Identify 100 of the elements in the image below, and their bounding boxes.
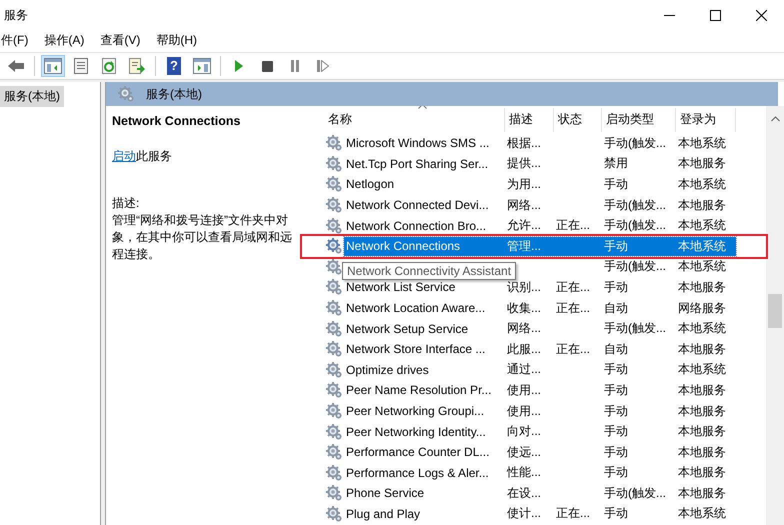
gear-icon: [326, 197, 342, 214]
menu-item[interactable]: 帮助(H): [155, 32, 198, 48]
help-icon[interactable]: ?: [167, 57, 181, 75]
logon-cell-text: 本地系统: [677, 361, 727, 378]
description-cell-text: 网络...: [506, 320, 542, 338]
description-cell-text: 使远...: [506, 444, 542, 461]
column-header[interactable]: 登录为: [676, 108, 736, 132]
gear-icon: [326, 156, 342, 172]
name-cell-text: Network Connections: [345, 239, 462, 254]
service-row[interactable]: Network Connections 管理... 手动 本地系统: [344, 236, 736, 256]
console-tree-icon[interactable]: [44, 58, 62, 74]
start-type-cell-text: 禁用: [603, 155, 629, 172]
description-cell-text: 在设...: [506, 484, 542, 502]
gear-icon: [326, 485, 342, 502]
service-row[interactable]: Plug and Play 使计... 正在... 手动 本地系统: [344, 504, 736, 524]
scrollbar[interactable]: [766, 106, 784, 525]
tree-item[interactable]: 服务(本地): [0, 86, 64, 107]
pause-icon[interactable]: [290, 60, 300, 72]
gear-icon: [326, 403, 342, 420]
service-row[interactable]: Netlogon 为用... 手动 本地系统: [344, 174, 736, 194]
start-type-cell-text: 手动: [603, 402, 629, 420]
gear-icon: [326, 176, 342, 192]
resume-icon[interactable]: [317, 60, 329, 72]
refresh-icon[interactable]: [101, 58, 117, 74]
start-type-cell-text: 手动(触发...: [603, 484, 667, 502]
logon-cell-text: 本地服务: [677, 340, 727, 358]
logon-cell-text: 本地系统: [677, 134, 727, 152]
scroll-up-icon[interactable]: [770, 116, 780, 122]
menu-item[interactable]: 查看(V): [99, 32, 142, 48]
name-cell-text: Performance Counter DL...: [345, 445, 490, 460]
description-cell-text: 性能...: [506, 464, 542, 482]
back-arrow-icon[interactable]: [8, 59, 24, 73]
window-title: 服务: [3, 6, 29, 24]
pane-title: 服务(本地): [146, 86, 202, 102]
name-cell-text: Net.Tcp Port Sharing Ser...: [345, 156, 490, 171]
description-cell-text: 识别...: [506, 278, 542, 296]
service-row[interactable]: Microsoft Windows SMS ... 根据... 手动(触发... 本地系统: [344, 134, 736, 153]
description-cell-text: 管理...: [506, 238, 542, 255]
properties-icon[interactable]: [73, 58, 89, 74]
gear-icon: [326, 464, 342, 481]
name-cell-text: Network Store Interface ...: [345, 342, 486, 356]
service-row[interactable]: Peer Networking Identity... 向对... 手动 本地服务: [344, 422, 736, 442]
start-link[interactable]: 启动: [112, 149, 136, 163]
service-row[interactable]: Network Connection Bro... 允许... 正在... 手动(触发... 本地系统: [344, 216, 736, 236]
logon-cell-text: 本地服务: [677, 382, 727, 399]
service-row[interactable]: Network Setup Service 网络... 手动(触发... 本地系统: [344, 319, 736, 338]
export-list-icon[interactable]: [128, 58, 146, 74]
description-cell-text: 收集...: [506, 300, 542, 317]
logon-cell-text: 本地服务: [677, 423, 727, 440]
name-cell-text: Netlogon: [345, 177, 396, 192]
play-icon[interactable]: [234, 60, 244, 72]
description-cell-text: 为用...: [506, 176, 542, 193]
start-type-cell-text: 手动(触发...: [603, 320, 667, 338]
service-row[interactable]: Network Location Aware... 收集... 正在... 自动 网络服务: [344, 298, 736, 318]
service-title: Network Connections: [112, 114, 242, 128]
description-cell-text: 网络...: [506, 196, 542, 214]
stop-icon[interactable]: [262, 60, 272, 72]
column-header[interactable]: 启动类型: [602, 108, 676, 132]
gear-icon: [326, 362, 342, 378]
service-row[interactable]: Optimize drives 通过... 手动 本地系统: [344, 360, 736, 380]
description-cell-text: 通过...: [506, 361, 542, 378]
menu-item[interactable]: 操作(A): [43, 32, 86, 48]
description-cell-text: 使计...: [506, 505, 542, 522]
service-row[interactable]: Performance Logs & Aler... 性能... 手动 本地服务: [344, 463, 736, 482]
gear-icon: [326, 341, 342, 358]
description-cell-text: 根据...: [506, 134, 542, 152]
scroll-thumb[interactable]: [768, 294, 782, 328]
service-row[interactable]: Peer Networking Groupi... 使用... 手动 本地服务: [344, 402, 736, 421]
service-row[interactable]: Network Store Interface ... 此服... 正在... 自动 本地服务: [344, 340, 736, 359]
logon-cell-text: 本地服务: [677, 484, 727, 502]
window-icon[interactable]: [193, 58, 211, 74]
name-cell-text: Peer Networking Groupi...: [345, 404, 486, 418]
name-cell-text: Phone Service: [345, 486, 426, 500]
service-row[interactable]: Network Connected Devi... 网络... 手动(触发... 本地服务: [344, 196, 736, 215]
column-header[interactable]: 描述: [505, 108, 554, 132]
name-cell-text: Network Location Aware...: [345, 301, 486, 316]
logon-cell-text: 本地服务: [677, 402, 727, 420]
service-row[interactable]: Performance Counter DL... 使远... 手动 本地服务: [344, 442, 736, 462]
start-type-cell-text: 手动: [603, 423, 629, 440]
description-cell-text: 提供...: [506, 155, 542, 172]
gear-icon: [326, 258, 342, 275]
status-cell-text: 正在...: [555, 217, 592, 234]
action-text: 启动此服务: [112, 148, 173, 165]
menu-item[interactable]: 件(F): [0, 32, 30, 48]
start-type-cell-text: 手动: [603, 278, 629, 296]
start-type-cell-text: 自动: [603, 300, 629, 317]
gear-icon: [326, 320, 342, 337]
service-row[interactable]: Phone Service 在设... 手动(触发... 本地服务: [344, 484, 736, 503]
column-header[interactable]: 状态: [554, 108, 602, 132]
status-cell-text: 正在...: [555, 300, 592, 317]
name-cell-text: Network List Service: [345, 280, 456, 294]
service-row[interactable]: Peer Name Resolution Pr... 使用... 手动 本地服务: [344, 380, 736, 400]
service-row[interactable]: Network List Service 识别... 正在... 手动 本地服务: [344, 278, 736, 297]
description-cell-text: 向对...: [506, 423, 542, 440]
service-row[interactable]: Net.Tcp Port Sharing Ser... 提供... 禁用 本地服务: [344, 154, 736, 174]
column-header[interactable]: 名称: [326, 108, 505, 132]
description-cell-text: 使用...: [506, 402, 542, 420]
start-type-cell-text: 手动(触发...: [603, 196, 667, 214]
gear-icon: [326, 218, 342, 234]
name-cell-text: Plug and Play: [345, 506, 422, 521]
